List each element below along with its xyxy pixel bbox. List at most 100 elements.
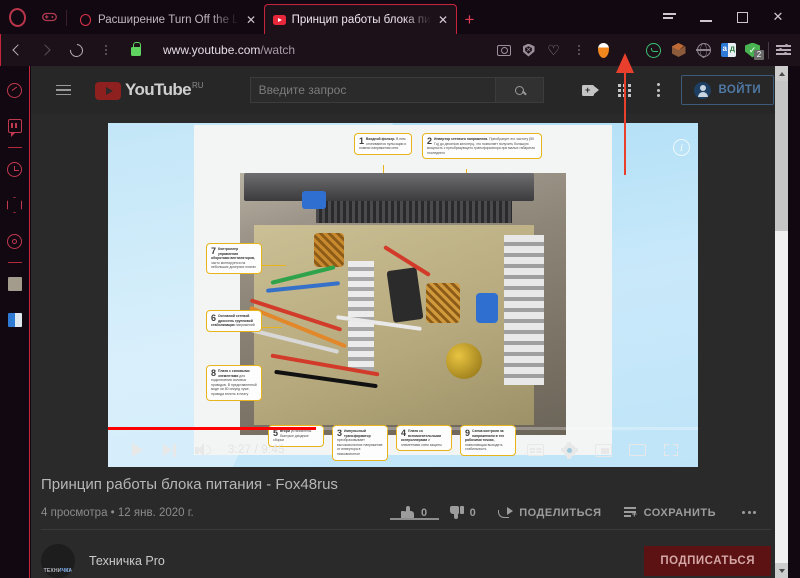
scrollbar-track[interactable]: [775, 231, 788, 563]
dislike-count: 0: [469, 506, 477, 519]
volume-button[interactable]: [186, 433, 220, 467]
check-circle-icon[interactable]: [641, 34, 666, 66]
site-security-lock-icon[interactable]: [121, 34, 151, 66]
fullscreen-button[interactable]: [654, 433, 688, 467]
tab-bar-empty-area: [484, 0, 652, 34]
history-clock-icon[interactable]: [0, 151, 30, 187]
opera-logo-icon[interactable]: [0, 0, 34, 34]
tab-bar: Расширение Turn Off the L ✕ Принцип рабо…: [0, 0, 800, 34]
search-input[interactable]: Введите запрос: [249, 77, 496, 103]
channel-name[interactable]: Техничка Pro: [89, 554, 165, 568]
tab-title: Принцип работы блока пи: [291, 13, 431, 26]
package-cube-icon[interactable]: [0, 187, 30, 223]
extension-overflow-icon[interactable]: [566, 34, 591, 66]
like-bar-indicator: [389, 518, 439, 520]
reload-button[interactable]: [61, 34, 91, 66]
antivirus-badge: 2: [754, 49, 764, 60]
theater-mode-button[interactable]: [620, 433, 654, 467]
tab-close-icon[interactable]: ✕: [245, 14, 258, 26]
back-button[interactable]: [1, 34, 31, 66]
minimize-button[interactable]: [688, 2, 724, 32]
closed-captions-button[interactable]: [518, 433, 552, 467]
psu-wires: [240, 173, 566, 435]
tab-close-icon[interactable]: ✕: [437, 14, 450, 26]
sign-in-button[interactable]: ВОЙТИ: [681, 75, 774, 105]
scroll-up-icon[interactable]: [775, 66, 788, 81]
callout-body: часто монтируется на небольших дочерних …: [211, 260, 256, 270]
forward-button[interactable]: [31, 34, 61, 66]
view-count: 4 просмотра: [41, 506, 108, 519]
page-menu-icon[interactable]: [91, 34, 121, 66]
subscribe-button[interactable]: ПОДПИСАТЬСЯ: [644, 546, 771, 576]
callout-head: Инвертор сетевого напряжения.: [434, 137, 489, 141]
youtube-logo[interactable]: YouTube RU: [95, 80, 204, 100]
callout-number: 1: [359, 136, 365, 146]
avatar[interactable]: ТЕХНИЧКА PRO: [41, 544, 75, 578]
info-icon[interactable]: i: [673, 139, 690, 156]
heart-icon[interactable]: ♡: [541, 34, 566, 66]
progress-bar[interactable]: [108, 427, 698, 430]
url-path: /watch: [260, 43, 296, 57]
dislike-button[interactable]: 0: [439, 506, 488, 519]
speed-dial-icon[interactable]: [0, 72, 30, 108]
more-options-icon: [738, 511, 760, 514]
new-tab-button[interactable]: +: [457, 10, 485, 34]
video-meta-row: 4 просмотра • 12 янв. 2020 г. 0 0 ПОДЕЛИ…: [41, 506, 771, 530]
search-bar: Введите запрос: [249, 77, 544, 103]
callout-number: 2: [427, 136, 433, 146]
search-button[interactable]: [495, 77, 544, 103]
callout-head: Контроллер управления оборотами вентилят…: [211, 247, 256, 261]
video-player[interactable]: 1 Входной фильтр. В нем отсеиваются пуль…: [108, 123, 698, 467]
callout-number: 7: [211, 246, 217, 256]
scroll-down-icon[interactable]: [775, 563, 788, 578]
sliders-icon[interactable]: [771, 34, 796, 66]
publish-date: 12 янв. 2020 г.: [117, 506, 194, 519]
callout-leader-line: [262, 265, 286, 267]
save-button[interactable]: + СОХРАНИТЬ: [613, 507, 727, 519]
channel-row: ТЕХНИЧКА PRO Техничка Pro ПОДПИСАТЬСЯ: [41, 544, 771, 578]
maximize-button[interactable]: [724, 2, 760, 32]
miniplayer-button[interactable]: [586, 433, 620, 467]
twitch-icon[interactable]: [0, 108, 30, 144]
close-button[interactable]: ✕: [760, 2, 796, 32]
psu-photo: [240, 173, 566, 435]
translate-icon[interactable]: aд: [716, 34, 741, 66]
player-settings-button[interactable]: [552, 433, 586, 467]
scrollbar-thumb[interactable]: [775, 81, 788, 231]
pinned-tab-gamepad-icon[interactable]: [34, 0, 64, 34]
next-video-button[interactable]: [152, 433, 186, 467]
hamburger-menu-icon[interactable]: [47, 74, 79, 106]
callout-body: напряжений: [235, 323, 255, 328]
camera-icon[interactable]: [491, 34, 516, 66]
share-button[interactable]: ПОДЕЛИТЬСЯ: [487, 507, 612, 519]
like-button[interactable]: 0: [389, 506, 439, 520]
tab-1[interactable]: Принцип работы блока пи ✕: [263, 4, 457, 34]
tab-menu-icon[interactable]: [652, 2, 688, 32]
app-tile-icon[interactable]: [0, 266, 30, 302]
callout-number: 8: [211, 368, 217, 378]
slide-callout-7: 7 Контроллер управления оборотами вентил…: [206, 243, 262, 274]
callout-number: 6: [211, 313, 217, 323]
antivirus-shield-icon[interactable]: ✓ 2: [741, 34, 766, 66]
cube-icon[interactable]: [666, 34, 691, 66]
create-video-icon[interactable]: +: [573, 74, 607, 106]
address-bar: www.youtube.com/watch ♡ aд ✓2: [0, 34, 800, 66]
page-scrollbar[interactable]: [775, 66, 788, 578]
tab-0[interactable]: Расширение Turn Off the L ✕: [71, 6, 264, 34]
youtube-region-label: RU: [192, 81, 204, 90]
more-kebab-icon[interactable]: [641, 74, 675, 106]
url-text[interactable]: www.youtube.com/watch: [163, 43, 491, 57]
app-translate-icon[interactable]: [0, 302, 30, 338]
play-button[interactable]: [118, 433, 152, 467]
annotation-arrow-icon: [616, 53, 634, 175]
player-control-row: 3:27 / 9:45: [108, 433, 698, 467]
shield-icon[interactable]: [516, 34, 541, 66]
slide-callout-1: 1 Входной фильтр. В нем отсеиваются пуль…: [354, 133, 412, 155]
water-drop-icon[interactable]: [591, 34, 616, 66]
settings-gear-icon[interactable]: [0, 223, 30, 259]
video-slide-content: 1 Входной фильтр. В нем отсеиваются пуль…: [194, 125, 612, 461]
more-options-button[interactable]: [727, 511, 771, 514]
browser-window: Расширение Turn Off the L ✕ Принцип рабо…: [0, 0, 800, 578]
globe-icon[interactable]: [691, 34, 716, 66]
tab-title: Расширение Turn Off the L: [98, 14, 239, 26]
